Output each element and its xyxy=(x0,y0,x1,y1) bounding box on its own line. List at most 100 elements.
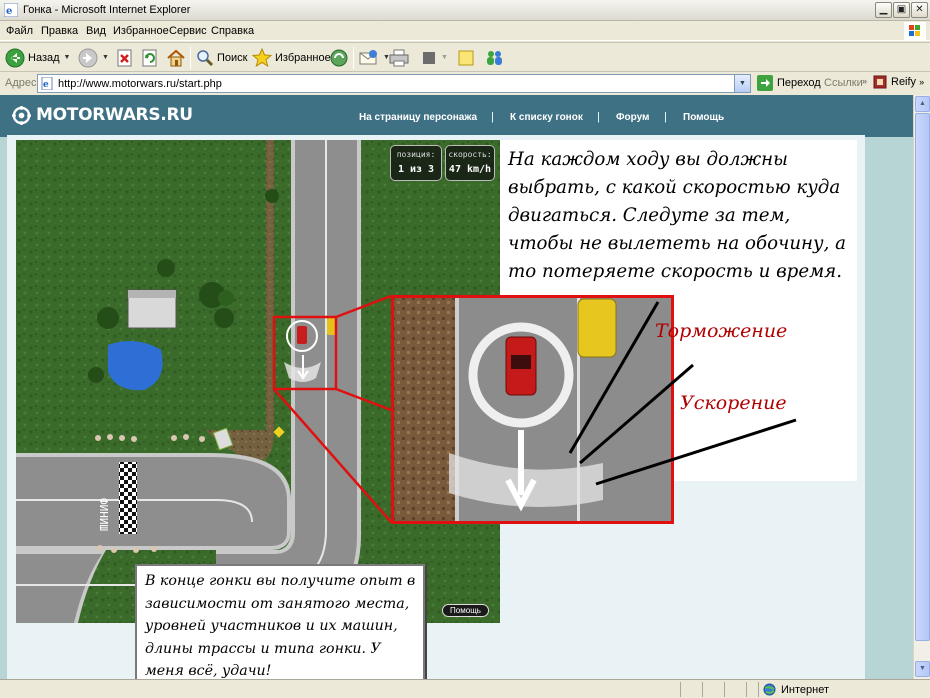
address-url[interactable]: http://www.motorwars.ru/start.php xyxy=(58,78,222,90)
search-icon xyxy=(197,49,214,66)
refresh-button[interactable] xyxy=(142,46,158,69)
search-label: Поиск xyxy=(217,51,248,64)
back-button[interactable]: Назад ▼ xyxy=(5,46,70,69)
chevron-right-icon[interactable]: » xyxy=(862,76,867,86)
menu-favorites[interactable]: Избранное xyxy=(113,25,169,37)
chevron-down-icon[interactable]: ▼ xyxy=(734,75,750,92)
game-help-button[interactable]: Помощь xyxy=(442,604,489,617)
chevron-right-icon[interactable]: » xyxy=(919,77,924,87)
messenger-button[interactable] xyxy=(484,46,506,69)
links-label[interactable]: Ссылки xyxy=(824,77,863,89)
forward-icon xyxy=(78,48,98,67)
ie-icon: e xyxy=(4,3,18,17)
address-label: Адрес: xyxy=(5,77,40,89)
nav-character-page[interactable]: На страницу персонажа xyxy=(359,112,477,123)
print-icon xyxy=(389,49,409,66)
stop-icon xyxy=(117,49,132,66)
favorites-button[interactable]: Избранное xyxy=(252,46,331,69)
cog-logo-icon xyxy=(12,105,31,125)
address-field[interactable]: e http://www.motorwars.ru/start.php ▼ xyxy=(37,74,751,93)
close-button[interactable]: ✕ xyxy=(911,2,928,18)
speed-label: скорость: xyxy=(448,150,492,159)
search-button[interactable]: Поиск xyxy=(196,46,247,69)
nav-separator: | xyxy=(491,111,494,123)
notes-icon xyxy=(458,50,474,65)
title-bar: e Гонка - Microsoft Internet Explorer ▁ … xyxy=(0,0,930,21)
favorites-label: Избранное xyxy=(275,51,331,64)
results-callout: В конце гонки вы получите опыт в зависим… xyxy=(135,564,425,684)
media-button[interactable] xyxy=(329,46,349,69)
reify-label: Reify xyxy=(891,76,917,88)
site-logo-text: MOTORWARS.RU xyxy=(36,105,193,125)
nav-separator: | xyxy=(597,111,600,123)
messenger-icon xyxy=(487,50,502,65)
menu-edit[interactable]: Правка xyxy=(41,25,78,37)
zoom-inset xyxy=(391,295,674,524)
menu-view[interactable]: Вид xyxy=(86,25,106,37)
go-button[interactable]: Переход xyxy=(757,75,821,91)
toolbar: Назад ▼ ▼ Поиск Избранное ▼ ▼ xyxy=(0,42,930,72)
maximize-button[interactable]: ▣ xyxy=(893,2,910,18)
menu-file[interactable]: Файл xyxy=(6,25,33,37)
edit-icon xyxy=(423,51,435,64)
stop-button[interactable] xyxy=(117,46,133,69)
minimize-icon: ▁ xyxy=(879,4,888,15)
refresh-icon xyxy=(142,49,157,66)
menu-tools[interactable]: Сервис xyxy=(169,25,207,37)
favorites-star-icon xyxy=(252,47,272,67)
chevron-down-icon[interactable]: ▼ xyxy=(441,54,448,61)
site-header: MOTORWARS.RU На страницу персонажа | К с… xyxy=(0,95,930,137)
go-label: Переход xyxy=(777,77,821,89)
position-label: позиция: xyxy=(396,150,436,159)
mail-icon xyxy=(359,49,377,64)
position-indicator: позиция: 1 из 3 xyxy=(390,145,442,181)
mail-button[interactable]: ▼ xyxy=(359,46,390,69)
reify-icon xyxy=(873,75,887,89)
chevron-down-icon[interactable]: ▼ xyxy=(102,54,109,61)
status-bar: Интернет xyxy=(0,679,930,698)
notes-button[interactable] xyxy=(457,46,475,69)
vertical-scrollbar[interactable]: ▲ ▼ xyxy=(913,95,930,679)
home-icon xyxy=(167,49,185,66)
nav-help[interactable]: Помощь xyxy=(683,112,724,123)
reify-button[interactable]: Reify » xyxy=(873,75,924,89)
edit-button[interactable]: ▼ xyxy=(421,46,448,69)
svg-text:e: e xyxy=(43,80,49,90)
scroll-up-icon[interactable]: ▲ xyxy=(915,96,930,112)
back-icon xyxy=(5,48,25,67)
svg-text:e: e xyxy=(6,6,12,17)
nav-separator: | xyxy=(664,111,667,123)
home-button[interactable] xyxy=(166,46,186,69)
address-bar: Адрес: e http://www.motorwars.ru/start.p… xyxy=(0,73,930,94)
site-logo[interactable]: MOTORWARS.RU xyxy=(12,105,193,125)
media-icon xyxy=(330,49,348,66)
security-zone-label: Интернет xyxy=(781,683,829,696)
position-value: 1 из 3 xyxy=(397,164,435,175)
results-text: В конце гонки вы получите опыт в зависим… xyxy=(145,573,416,679)
chevron-down-icon[interactable]: ▼ xyxy=(64,54,71,61)
braking-label: Торможение xyxy=(655,320,788,342)
go-arrow-icon xyxy=(757,75,773,91)
print-button[interactable] xyxy=(389,46,409,69)
window-title: Гонка - Microsoft Internet Explorer xyxy=(23,4,191,16)
menu-help[interactable]: Справка xyxy=(211,25,254,37)
speed-value: 47 km/h xyxy=(448,164,492,175)
security-zone: Интернет xyxy=(763,683,829,696)
speed-indicator: скорость: 47 km/h xyxy=(445,145,495,181)
windows-logo-icon xyxy=(904,22,926,40)
globe-icon xyxy=(763,683,776,696)
menu-bar: Файл Правка Вид Избранное Сервис Справка xyxy=(0,21,930,41)
nav-race-list[interactable]: К списку гонок xyxy=(510,112,583,123)
scroll-down-icon[interactable]: ▼ xyxy=(915,661,930,677)
back-label: Назад xyxy=(28,51,60,64)
forward-button[interactable]: ▼ xyxy=(78,46,109,69)
maximize-icon: ▣ xyxy=(896,4,907,15)
page-icon: e xyxy=(41,77,53,90)
scroll-thumb[interactable] xyxy=(915,113,930,641)
minimize-button[interactable]: ▁ xyxy=(875,2,892,18)
acceleration-label: Ускорение xyxy=(680,392,787,414)
browser-window: e Гонка - Microsoft Internet Explorer ▁ … xyxy=(0,0,930,698)
close-icon: ✕ xyxy=(915,4,924,15)
finish-label: ФИНИШ xyxy=(97,498,110,531)
nav-forum[interactable]: Форум xyxy=(616,112,649,123)
